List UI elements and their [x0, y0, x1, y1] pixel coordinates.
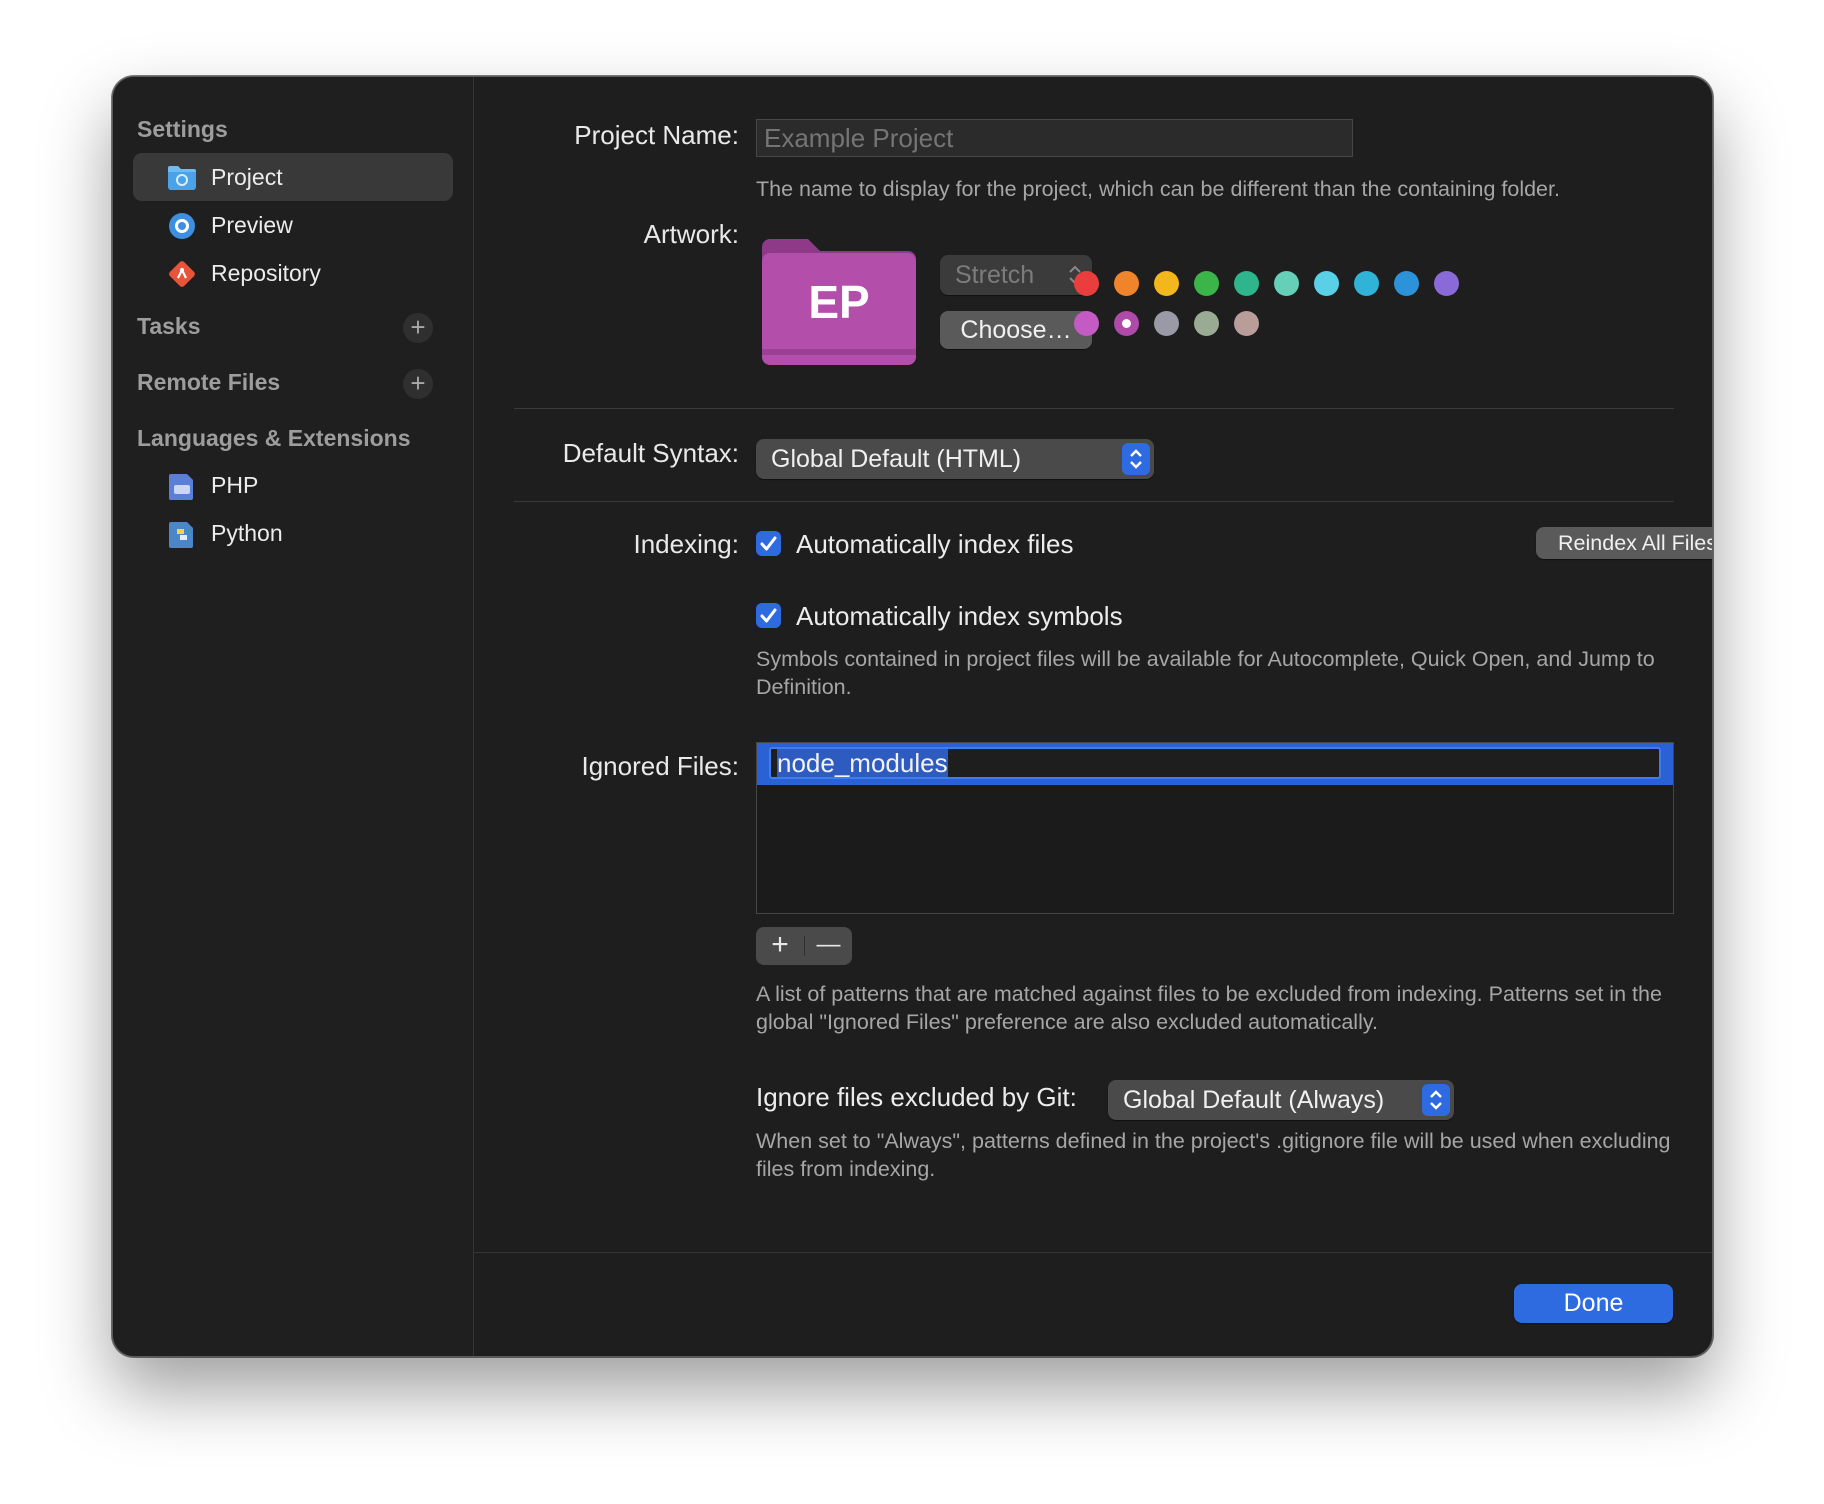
sidebar-section-settings: Settings: [137, 116, 228, 142]
sidebar-item-label: Preview: [211, 212, 293, 238]
indexing-help: Symbols contained in project files will …: [756, 647, 1655, 699]
checkmark-icon: [760, 608, 777, 623]
sidebar-section-languages: Languages & Extensions: [137, 425, 411, 451]
sidebar-item-php[interactable]: PHP: [133, 461, 453, 509]
python-file-icon: [169, 522, 193, 548]
color-swatch[interactable]: [1434, 271, 1459, 296]
settings-content: Project Name: The name to display for th…: [474, 77, 1712, 1356]
chevron-updown-icon: [1122, 443, 1150, 475]
git-repository-icon: [169, 261, 195, 287]
artwork-monogram: EP: [808, 276, 870, 328]
selected-indicator: [1122, 319, 1131, 328]
reindex-all-files-button[interactable]: Reindex All Files: [1536, 527, 1712, 559]
chevron-updown-icon: [1422, 1084, 1450, 1116]
index-symbols-label: Automatically index symbols: [796, 601, 1123, 631]
artwork-folder-icon[interactable]: EP: [760, 237, 918, 367]
sidebar-item-project[interactable]: Project: [133, 153, 453, 201]
ignored-files-help: A list of patterns that are matched agai…: [756, 982, 1662, 1034]
color-swatch[interactable]: [1394, 271, 1419, 296]
color-swatch[interactable]: [1234, 271, 1259, 296]
sidebar-section-remote-files: Remote Files: [137, 369, 281, 395]
sidebar-section-tasks: Tasks: [137, 313, 201, 339]
ignored-files-label: Ignored Files:: [581, 751, 739, 781]
ignored-file-entry: node_modules: [777, 748, 948, 778]
color-swatch[interactable]: [1274, 271, 1299, 296]
index-symbols-checkbox[interactable]: [756, 603, 781, 628]
ignored-files-row-selected[interactable]: node_modules: [757, 743, 1673, 785]
color-swatch[interactable]: [1314, 271, 1339, 296]
color-swatch[interactable]: [1194, 271, 1219, 296]
default-syntax-label: Default Syntax:: [562, 438, 739, 468]
php-file-icon: [169, 474, 193, 500]
sidebar-item-label: PHP: [211, 472, 259, 498]
default-syntax-popup[interactable]: Global Default (HTML): [756, 439, 1154, 479]
add-remote-button[interactable]: +: [403, 369, 433, 399]
index-files-checkbox[interactable]: [756, 531, 781, 556]
git-ignore-label: Ignore files excluded by Git:: [756, 1082, 1077, 1112]
settings-window: Settings Project Preview Repository Task…: [112, 76, 1713, 1357]
choose-artwork-button[interactable]: Choose…: [940, 311, 1092, 349]
footer-divider: [474, 1252, 1712, 1253]
ignored-file-edit-field[interactable]: node_modules: [769, 747, 1661, 779]
color-swatch[interactable]: [1234, 311, 1259, 336]
sidebar: Settings Project Preview Repository Task…: [113, 77, 474, 1356]
checkmark-icon: [760, 536, 777, 551]
sidebar-item-python[interactable]: Python: [133, 509, 453, 557]
color-swatch[interactable]: [1074, 271, 1099, 296]
project-name-label: Project Name:: [574, 120, 739, 150]
ignored-files-add-remove-control: + —: [756, 927, 852, 965]
color-swatch[interactable]: [1074, 311, 1099, 336]
preview-eye-icon: [169, 213, 195, 239]
color-swatch[interactable]: [1154, 311, 1179, 336]
project-folder-icon: [168, 166, 196, 190]
artwork-scaling-value: Stretch: [955, 261, 1035, 289]
default-syntax-value: Global Default (HTML): [771, 445, 1022, 473]
project-name-input[interactable]: [756, 119, 1353, 157]
sidebar-item-label: Python: [211, 520, 283, 546]
color-swatch[interactable]: [1154, 271, 1179, 296]
divider: [514, 501, 1674, 502]
index-files-label: Automatically index files: [796, 529, 1074, 559]
git-ignore-popup[interactable]: Global Default (Always): [1108, 1080, 1454, 1120]
git-ignore-help: When set to "Always", patterns defined i…: [756, 1129, 1671, 1181]
divider: [514, 408, 1674, 409]
git-ignore-value: Global Default (Always): [1123, 1086, 1385, 1114]
artwork-scaling-popup[interactable]: Stretch: [940, 255, 1092, 295]
project-name-help: The name to display for the project, whi…: [756, 177, 1560, 201]
color-swatch[interactable]: [1114, 311, 1139, 336]
sidebar-item-label: Project: [211, 164, 283, 190]
color-swatch[interactable]: [1194, 311, 1219, 336]
indexing-label: Indexing:: [633, 529, 739, 559]
done-button[interactable]: Done: [1514, 1284, 1673, 1323]
artwork-label: Artwork:: [643, 219, 739, 249]
color-swatch[interactable]: [1354, 271, 1379, 296]
ignored-files-list[interactable]: node_modules: [756, 742, 1674, 914]
remove-ignored-file-button[interactable]: —: [805, 927, 852, 965]
sidebar-item-label: Repository: [211, 260, 321, 286]
sidebar-item-preview[interactable]: Preview: [133, 201, 453, 249]
sidebar-item-repository[interactable]: Repository: [133, 249, 453, 297]
color-swatch[interactable]: [1114, 271, 1139, 296]
add-ignored-file-button[interactable]: +: [756, 927, 804, 965]
add-task-button[interactable]: +: [403, 313, 433, 343]
